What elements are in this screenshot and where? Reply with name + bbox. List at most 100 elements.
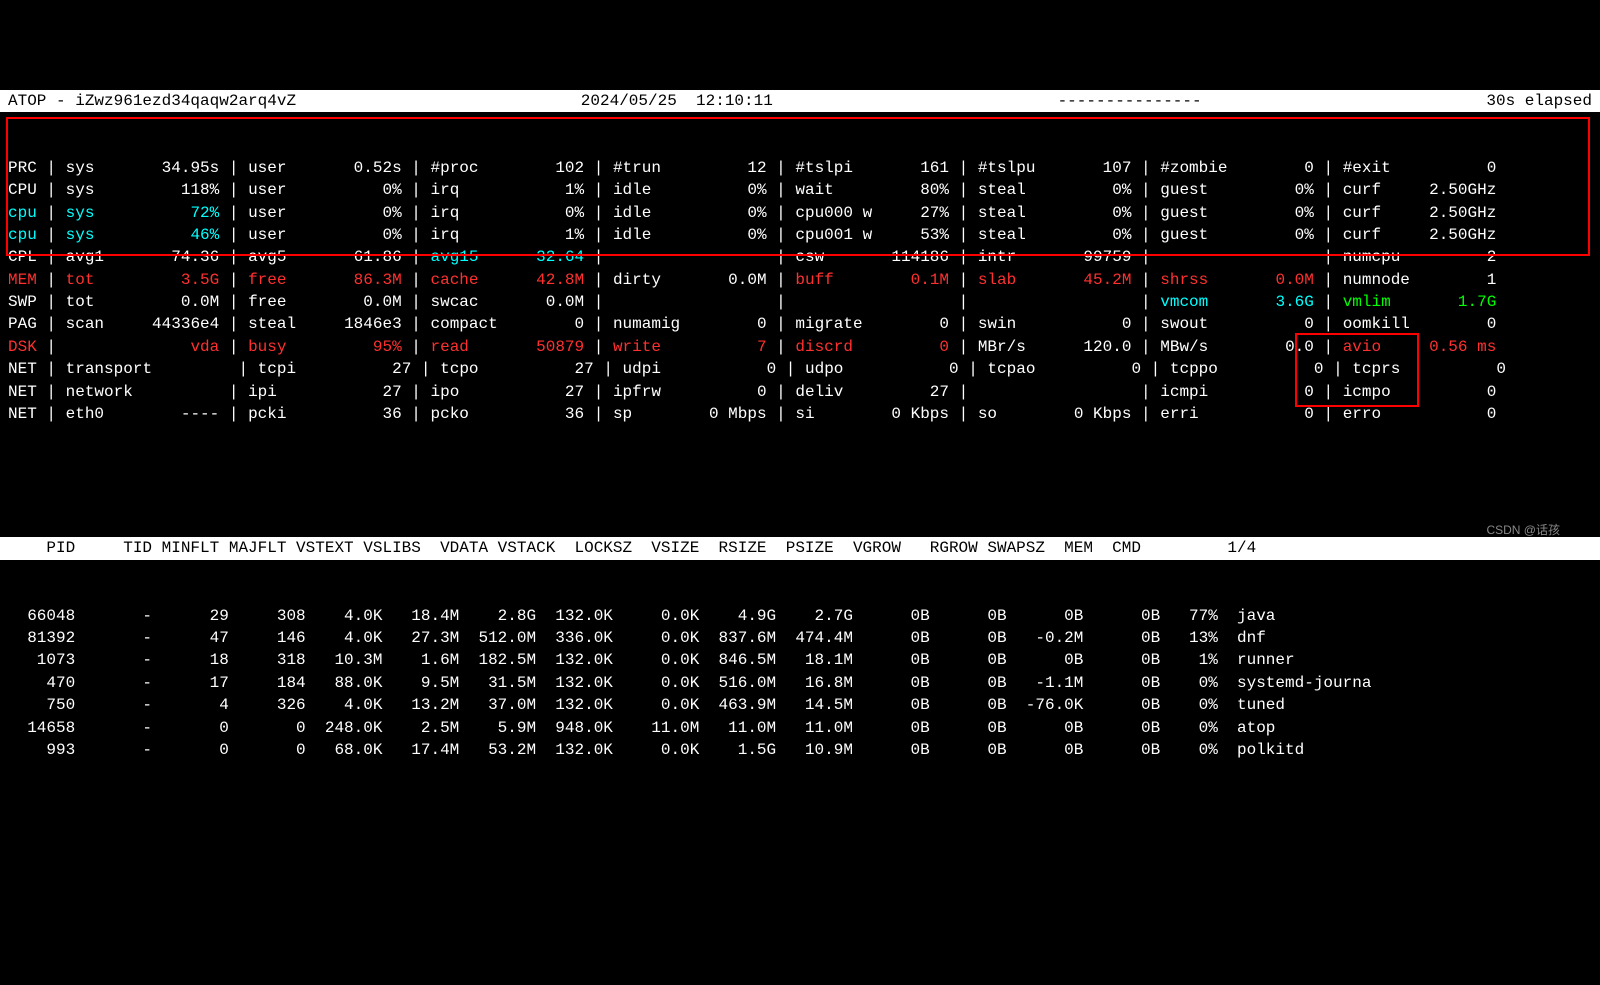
cell-val: 0 <box>1420 383 1497 401</box>
cell-val: 0.0 <box>1237 338 1314 356</box>
cell-val: 0.0M <box>690 271 767 289</box>
cell-key: busy <box>248 338 325 356</box>
process-column-header: PID TID MINFLT MAJFLT VSTEXT VSLIBS VDAT… <box>0 537 1600 559</box>
cell-key: cpu000 w <box>795 204 872 222</box>
cell-key: avg15 <box>431 248 508 266</box>
cell-key: udpo <box>805 360 882 378</box>
cell-key: compact <box>431 315 508 333</box>
cell-key: oomkill <box>1343 315 1420 333</box>
cell-val: 74.36 <box>142 248 219 266</box>
cell-key: migrate <box>795 315 872 333</box>
process-row: 81392 - 47 146 4.0K 27.3M 512.0M 336.0K … <box>0 627 1600 649</box>
cell-key: intr <box>978 248 1055 266</box>
cell-key: icmpo <box>1343 383 1420 401</box>
cell-key: ipi <box>248 383 325 401</box>
cell-val: 0 <box>1237 315 1314 333</box>
cell-val: 161 <box>872 159 949 177</box>
cell-key: ipfrw <box>613 383 690 401</box>
cell-val: 0 <box>1420 405 1497 423</box>
cell-val: 27 <box>334 360 411 378</box>
cell-val: 120.0 <box>1055 338 1132 356</box>
cell-key: deliv <box>795 383 872 401</box>
cell-val: 27 <box>517 360 594 378</box>
cell-key: irq <box>431 181 508 199</box>
cell-key: tcpi <box>258 360 335 378</box>
process-row: 66048 - 29 308 4.0K 18.4M 2.8G 132.0K 0.… <box>0 605 1600 627</box>
sys-row-cpu: cpu | sys 72% | user 0% | irq 0% | idle … <box>0 202 1600 224</box>
cell-key <box>613 293 690 311</box>
cell-val: 0% <box>690 204 767 222</box>
row-label: DSK <box>8 338 37 356</box>
row-label: CPU <box>8 181 37 199</box>
cell-key: dirty <box>613 271 690 289</box>
cell-val: 0.0M <box>325 293 402 311</box>
cell-key: swin <box>978 315 1055 333</box>
cell-key: so <box>978 405 1055 423</box>
cell-val: 0 <box>507 315 584 333</box>
cell-val: 32.64 <box>507 248 584 266</box>
cell-key: pcki <box>248 405 325 423</box>
cell-val: 53% <box>872 226 949 244</box>
sys-row-net: NET | transport | tcpi 27 | tcpo 27 | ud… <box>0 358 1600 380</box>
cell-key: erri <box>1160 405 1237 423</box>
cell-val: 0 <box>1064 360 1141 378</box>
cell-val: 0% <box>507 204 584 222</box>
cell-val: 1.7G <box>1420 293 1497 311</box>
cell-key: tcprs <box>1352 360 1429 378</box>
cell-key: csw <box>795 248 872 266</box>
cell-key: steal <box>248 315 325 333</box>
cell-val: 0 <box>1429 360 1506 378</box>
row-label: cpu <box>8 226 37 244</box>
sys-row-net: NET | network | ipi 27 | ipo 27 | ipfrw … <box>0 381 1600 403</box>
process-row: 993 - 0 0 68.0K 17.4M 53.2M 132.0K 0.0K … <box>0 739 1600 761</box>
cell-val: 1% <box>507 181 584 199</box>
cell-key <box>66 338 143 356</box>
cell-val: 36 <box>325 405 402 423</box>
cell-key: #exit <box>1343 159 1420 177</box>
sys-row-cpu: CPU | sys 118% | user 0% | irq 1% | idle… <box>0 179 1600 201</box>
cell-key: curf <box>1343 181 1420 199</box>
cell-val <box>690 293 767 311</box>
cell-key: avio <box>1343 338 1420 356</box>
cell-key: idle <box>613 226 690 244</box>
cell-val: 86.3M <box>325 271 402 289</box>
cell-key: free <box>248 271 325 289</box>
cell-val: 0 <box>872 338 949 356</box>
cell-key: discrd <box>795 338 872 356</box>
cell-val: 0% <box>690 226 767 244</box>
cell-val: 46% <box>142 226 219 244</box>
cell-key: free <box>248 293 325 311</box>
cell-val: 42.8M <box>507 271 584 289</box>
cell-key: ipo <box>431 383 508 401</box>
cell-key: irq <box>431 226 508 244</box>
cell-key: guest <box>1160 204 1237 222</box>
cell-val: 0 <box>882 360 959 378</box>
cell-key: swcac <box>431 293 508 311</box>
cell-val: 1846e3 <box>325 315 402 333</box>
row-label: SWP <box>8 293 37 311</box>
cell-key: icmpi <box>1160 383 1237 401</box>
cell-key: curf <box>1343 204 1420 222</box>
cell-key: sys <box>66 226 143 244</box>
cell-val: 2 <box>1420 248 1497 266</box>
cell-key <box>795 293 872 311</box>
cell-val: 0% <box>1237 204 1314 222</box>
cell-key: idle <box>613 181 690 199</box>
cell-val: 72% <box>142 204 219 222</box>
cell-val: 36 <box>507 405 584 423</box>
cell-key: avg1 <box>66 248 143 266</box>
cell-val: 0 <box>1420 315 1497 333</box>
cell-key: #zombie <box>1160 159 1237 177</box>
sys-row-pag: PAG | scan 44336e4 | steal 1846e3 | comp… <box>0 313 1600 335</box>
header-elapsed: 30s elapsed <box>1486 90 1592 112</box>
row-label: MEM <box>8 271 37 289</box>
cell-val: 2.50GHz <box>1420 181 1497 199</box>
cell-val: 0% <box>325 181 402 199</box>
cell-val <box>1055 383 1132 401</box>
cell-val: 44336e4 <box>142 315 219 333</box>
cell-key: shrss <box>1160 271 1237 289</box>
cell-key: MBw/s <box>1160 338 1237 356</box>
watermark: CSDN @话孩 <box>1486 522 1560 539</box>
cell-key <box>978 383 1055 401</box>
cell-key: user <box>248 204 325 222</box>
